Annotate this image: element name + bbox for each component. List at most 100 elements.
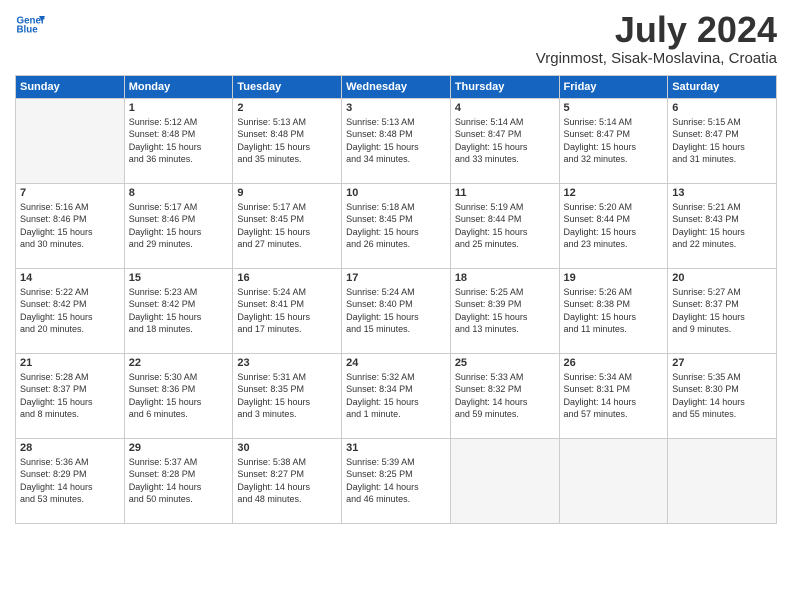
day-number: 14 — [20, 272, 120, 284]
day-number: 24 — [346, 357, 446, 369]
header-saturday: Saturday — [668, 75, 777, 98]
day-info: Sunrise: 5:19 AM Sunset: 8:44 PM Dayligh… — [455, 201, 555, 251]
table-row: 3 Sunrise: 5:13 AM Sunset: 8:48 PM Daylig… — [342, 98, 451, 183]
table-row: 18Sunrise: 5:25 AM Sunset: 8:39 PM Dayli… — [450, 268, 559, 353]
day-info: Sunrise: 5:31 AM Sunset: 8:35 PM Dayligh… — [237, 371, 337, 421]
calendar-week-3: 21 Sunrise: 5:28 AM Sunset: 8:37 PM Dayli… — [16, 353, 777, 438]
table-row: 30 Sunrise: 5:38 AM Sunset: 8:27 PM Dayli… — [233, 438, 342, 523]
day-info: Sunrise: 5:15 AM Sunset: 8:47 PM Dayligh… — [672, 116, 772, 166]
title-block: July 2024 Vrginmost, Sisak-Moslavina, Cr… — [536, 10, 777, 67]
day-number: 1 — [129, 102, 229, 114]
table-row: 24 Sunrise: 5:32 AM Sunset: 8:34 PM Dayli… — [342, 353, 451, 438]
day-number: 31 — [346, 442, 446, 454]
day-info: Sunrise: 5:28 AM Sunset: 8:37 PM Dayligh… — [20, 371, 120, 421]
table-row: 21 Sunrise: 5:28 AM Sunset: 8:37 PM Dayli… — [16, 353, 125, 438]
calendar-week-4: 28 Sunrise: 5:36 AM Sunset: 8:29 PM Dayli… — [16, 438, 777, 523]
day-info: Sunrise: 5:33 AM Sunset: 8:32 PM Dayligh… — [455, 371, 555, 421]
header-friday: Friday — [559, 75, 668, 98]
calendar-week-0: 1 Sunrise: 5:12 AM Sunset: 8:48 PM Daylig… — [16, 98, 777, 183]
table-row: 1 Sunrise: 5:12 AM Sunset: 8:48 PM Daylig… — [124, 98, 233, 183]
table-row: 5Sunrise: 5:14 AM Sunset: 8:47 PM Daylig… — [559, 98, 668, 183]
day-number: 19 — [564, 272, 664, 284]
page-header: General Blue July 2024 Vrginmost, Sisak-… — [15, 10, 777, 67]
table-row — [16, 98, 125, 183]
table-row: 2 Sunrise: 5:13 AM Sunset: 8:48 PM Daylig… — [233, 98, 342, 183]
table-row: 9 Sunrise: 5:17 AM Sunset: 8:45 PM Daylig… — [233, 183, 342, 268]
table-row: 8 Sunrise: 5:17 AM Sunset: 8:46 PM Daylig… — [124, 183, 233, 268]
day-info: Sunrise: 5:35 AM Sunset: 8:30 PM Dayligh… — [672, 371, 772, 421]
day-number: 30 — [237, 442, 337, 454]
day-number: 2 — [237, 102, 337, 114]
day-number: 16 — [237, 272, 337, 284]
location-title: Vrginmost, Sisak-Moslavina, Croatia — [536, 50, 777, 67]
day-number: 15 — [129, 272, 229, 284]
calendar-week-1: 7 Sunrise: 5:16 AM Sunset: 8:46 PM Daylig… — [16, 183, 777, 268]
day-number: 4 — [455, 102, 555, 114]
table-row: 31Sunrise: 5:39 AM Sunset: 8:25 PM Dayli… — [342, 438, 451, 523]
table-row: 12 Sunrise: 5:20 AM Sunset: 8:44 PM Dayli… — [559, 183, 668, 268]
day-info: Sunrise: 5:17 AM Sunset: 8:45 PM Dayligh… — [237, 201, 337, 251]
day-number: 7 — [20, 187, 120, 199]
day-number: 11 — [455, 187, 555, 199]
table-row: 15Sunrise: 5:23 AM Sunset: 8:42 PM Dayli… — [124, 268, 233, 353]
logo-icon: General Blue — [15, 10, 45, 40]
table-row: 13Sunrise: 5:21 AM Sunset: 8:43 PM Dayli… — [668, 183, 777, 268]
day-info: Sunrise: 5:24 AM Sunset: 8:40 PM Dayligh… — [346, 286, 446, 336]
day-number: 23 — [237, 357, 337, 369]
day-info: Sunrise: 5:13 AM Sunset: 8:48 PM Dayligh… — [237, 116, 337, 166]
header-tuesday: Tuesday — [233, 75, 342, 98]
day-number: 9 — [237, 187, 337, 199]
day-info: Sunrise: 5:37 AM Sunset: 8:28 PM Dayligh… — [129, 456, 229, 506]
table-row: 27 Sunrise: 5:35 AM Sunset: 8:30 PM Dayli… — [668, 353, 777, 438]
table-row: 11 Sunrise: 5:19 AM Sunset: 8:44 PM Dayli… — [450, 183, 559, 268]
calendar-header-row: Sunday Monday Tuesday Wednesday Thursday… — [16, 75, 777, 98]
table-row — [668, 438, 777, 523]
table-row — [450, 438, 559, 523]
day-info: Sunrise: 5:12 AM Sunset: 8:48 PM Dayligh… — [129, 116, 229, 166]
day-number: 27 — [672, 357, 772, 369]
table-row: 7 Sunrise: 5:16 AM Sunset: 8:46 PM Daylig… — [16, 183, 125, 268]
table-row: 29 Sunrise: 5:37 AM Sunset: 8:28 PM Dayli… — [124, 438, 233, 523]
day-info: Sunrise: 5:16 AM Sunset: 8:46 PM Dayligh… — [20, 201, 120, 251]
day-number: 8 — [129, 187, 229, 199]
day-info: Sunrise: 5:21 AM Sunset: 8:43 PM Dayligh… — [672, 201, 772, 251]
calendar-week-2: 14 Sunrise: 5:22 AM Sunset: 8:42 PM Dayli… — [16, 268, 777, 353]
header-monday: Monday — [124, 75, 233, 98]
day-info: Sunrise: 5:32 AM Sunset: 8:34 PM Dayligh… — [346, 371, 446, 421]
table-row: 20 Sunrise: 5:27 AM Sunset: 8:37 PM Dayli… — [668, 268, 777, 353]
day-number: 3 — [346, 102, 446, 114]
day-info: Sunrise: 5:22 AM Sunset: 8:42 PM Dayligh… — [20, 286, 120, 336]
day-number: 28 — [20, 442, 120, 454]
day-info: Sunrise: 5:14 AM Sunset: 8:47 PM Dayligh… — [455, 116, 555, 166]
day-info: Sunrise: 5:27 AM Sunset: 8:37 PM Dayligh… — [672, 286, 772, 336]
table-row: 25 Sunrise: 5:33 AM Sunset: 8:32 PM Dayli… — [450, 353, 559, 438]
month-title: July 2024 — [536, 10, 777, 50]
table-row — [559, 438, 668, 523]
day-number: 12 — [564, 187, 664, 199]
calendar-table: Sunday Monday Tuesday Wednesday Thursday… — [15, 75, 777, 524]
day-info: Sunrise: 5:17 AM Sunset: 8:46 PM Dayligh… — [129, 201, 229, 251]
header-sunday: Sunday — [16, 75, 125, 98]
day-number: 6 — [672, 102, 772, 114]
day-info: Sunrise: 5:13 AM Sunset: 8:48 PM Dayligh… — [346, 116, 446, 166]
day-info: Sunrise: 5:26 AM Sunset: 8:38 PM Dayligh… — [564, 286, 664, 336]
day-number: 29 — [129, 442, 229, 454]
table-row: 23 Sunrise: 5:31 AM Sunset: 8:35 PM Dayli… — [233, 353, 342, 438]
logo: General Blue — [15, 10, 45, 40]
svg-text:Blue: Blue — [17, 25, 39, 36]
day-info: Sunrise: 5:38 AM Sunset: 8:27 PM Dayligh… — [237, 456, 337, 506]
table-row: 6 Sunrise: 5:15 AM Sunset: 8:47 PM Daylig… — [668, 98, 777, 183]
table-row: 22Sunrise: 5:30 AM Sunset: 8:36 PM Dayli… — [124, 353, 233, 438]
day-number: 20 — [672, 272, 772, 284]
day-info: Sunrise: 5:18 AM Sunset: 8:45 PM Dayligh… — [346, 201, 446, 251]
day-info: Sunrise: 5:36 AM Sunset: 8:29 PM Dayligh… — [20, 456, 120, 506]
day-info: Sunrise: 5:14 AM Sunset: 8:47 PM Dayligh… — [564, 116, 664, 166]
table-row: 14 Sunrise: 5:22 AM Sunset: 8:42 PM Dayli… — [16, 268, 125, 353]
day-number: 22 — [129, 357, 229, 369]
day-number: 21 — [20, 357, 120, 369]
day-number: 17 — [346, 272, 446, 284]
day-number: 25 — [455, 357, 555, 369]
header-wednesday: Wednesday — [342, 75, 451, 98]
day-info: Sunrise: 5:20 AM Sunset: 8:44 PM Dayligh… — [564, 201, 664, 251]
day-info: Sunrise: 5:25 AM Sunset: 8:39 PM Dayligh… — [455, 286, 555, 336]
